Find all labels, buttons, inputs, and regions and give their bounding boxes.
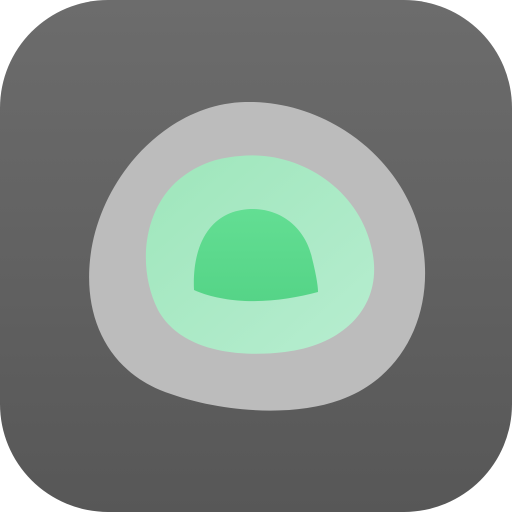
app-icon-graphic	[0, 0, 512, 512]
app-icon[interactable]	[0, 0, 512, 512]
